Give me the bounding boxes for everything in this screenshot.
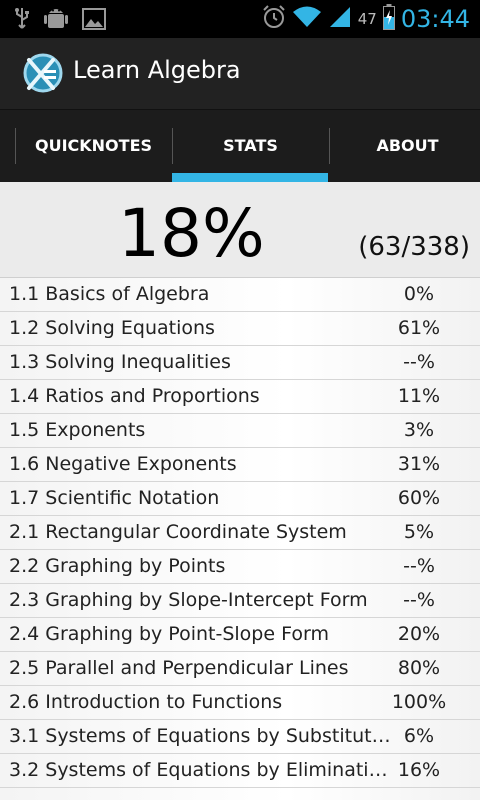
section-title: 1.7 Scientific Notation — [9, 487, 220, 509]
overall-progress-summary: 18% (63/338) — [0, 182, 480, 278]
list-item[interactable]: 2.2 Graphing by Points --% — [0, 550, 480, 584]
app-title: Learn Algebra — [73, 56, 241, 84]
section-percent: 6% — [403, 725, 435, 747]
list-item[interactable]: 1.1 Basics of Algebra 0% — [0, 278, 480, 312]
section-title: 1.3 Solving Inequalities — [9, 351, 231, 373]
app-logo-icon[interactable] — [20, 50, 66, 96]
list-item[interactable]: 1.2 Solving Equations 61% — [0, 312, 480, 346]
battery-level: 47 — [357, 10, 377, 28]
tab-quicknotes[interactable]: QUICKNOTES — [15, 110, 172, 182]
section-stats-list: 1.1 Basics of Algebra 0% 1.2 Solving Equat… — [0, 278, 480, 788]
section-title: 3.2 Systems of Equations by Elimination — [9, 759, 391, 781]
tab-bar: QUICKNOTES STATS ABOUT — [0, 110, 480, 182]
list-item[interactable]: 1.7 Scientific Notation 60% — [0, 482, 480, 516]
list-item[interactable]: 1.5 Exponents 3% — [0, 414, 480, 448]
section-percent: 20% — [397, 623, 441, 645]
selected-tab-indicator — [172, 173, 328, 182]
section-percent: 60% — [397, 487, 441, 509]
overall-count: (63/338) — [358, 232, 470, 262]
section-percent: --% — [403, 555, 435, 577]
battery-charging-icon — [382, 4, 395, 34]
section-percent: --% — [403, 589, 435, 611]
section-title: 1.4 Ratios and Proportions — [9, 385, 260, 407]
list-item[interactable]: 2.6 Introduction to Functions 100% — [0, 686, 480, 720]
status-bar: 47 03:44 — [0, 0, 480, 38]
list-item[interactable]: 1.6 Negative Exponents 31% — [0, 448, 480, 482]
section-percent: --% — [403, 351, 435, 373]
list-item[interactable]: 2.1 Rectangular Coordinate System 5% — [0, 516, 480, 550]
wifi-icon — [292, 5, 322, 33]
section-percent: 3% — [403, 419, 435, 441]
section-title: 2.6 Introduction to Functions — [9, 691, 283, 713]
list-item[interactable]: 1.4 Ratios and Proportions 11% — [0, 380, 480, 414]
action-bar: Learn Algebra — [0, 38, 480, 110]
clock: 03:44 — [400, 5, 470, 33]
image-notification-icon — [82, 8, 106, 34]
list-item[interactable]: 2.5 Parallel and Perpendicular Lines 80% — [0, 652, 480, 686]
section-percent: 11% — [397, 385, 441, 407]
section-title: 2.1 Rectangular Coordinate System — [9, 521, 347, 543]
section-title: 1.6 Negative Exponents — [9, 453, 237, 475]
section-title: 3.1 Systems of Equations by Substitution — [9, 725, 391, 747]
list-item[interactable]: 1.3 Solving Inequalities --% — [0, 346, 480, 380]
section-percent: 5% — [403, 521, 435, 543]
section-title: 2.5 Parallel and Perpendicular Lines — [9, 657, 349, 679]
list-item[interactable]: 2.4 Graphing by Point-Slope Form 20% — [0, 618, 480, 652]
section-percent: 16% — [397, 759, 441, 781]
list-item[interactable]: 2.3 Graphing by Slope-Intercept Form --% — [0, 584, 480, 618]
tab-stats[interactable]: STATS — [172, 110, 329, 182]
signal-icon — [328, 5, 352, 33]
section-title: 1.1 Basics of Algebra — [9, 283, 210, 305]
section-percent: 0% — [403, 283, 435, 305]
usb-icon — [14, 7, 30, 35]
tab-about[interactable]: ABOUT — [329, 110, 480, 182]
section-title: 1.5 Exponents — [9, 419, 146, 441]
section-title: 2.4 Graphing by Point-Slope Form — [9, 623, 329, 645]
section-title: 2.2 Graphing by Points — [9, 555, 226, 577]
section-title: 2.3 Graphing by Slope-Intercept Form — [9, 589, 368, 611]
section-title: 1.2 Solving Equations — [9, 317, 215, 339]
section-percent: 80% — [397, 657, 441, 679]
list-item[interactable]: 3.1 Systems of Equations by Substitution… — [0, 720, 480, 754]
android-debug-icon — [44, 6, 68, 36]
stats-panel[interactable]: 18% (63/338) 1.1 Basics of Algebra 0% 1.2 … — [0, 182, 480, 800]
section-percent: 31% — [397, 453, 441, 475]
alarm-icon — [262, 5, 286, 33]
overall-percent: 18% — [118, 195, 265, 272]
section-percent: 61% — [397, 317, 441, 339]
list-item[interactable]: 3.2 Systems of Equations by Elimination 1… — [0, 754, 480, 788]
section-percent: 100% — [391, 691, 447, 713]
